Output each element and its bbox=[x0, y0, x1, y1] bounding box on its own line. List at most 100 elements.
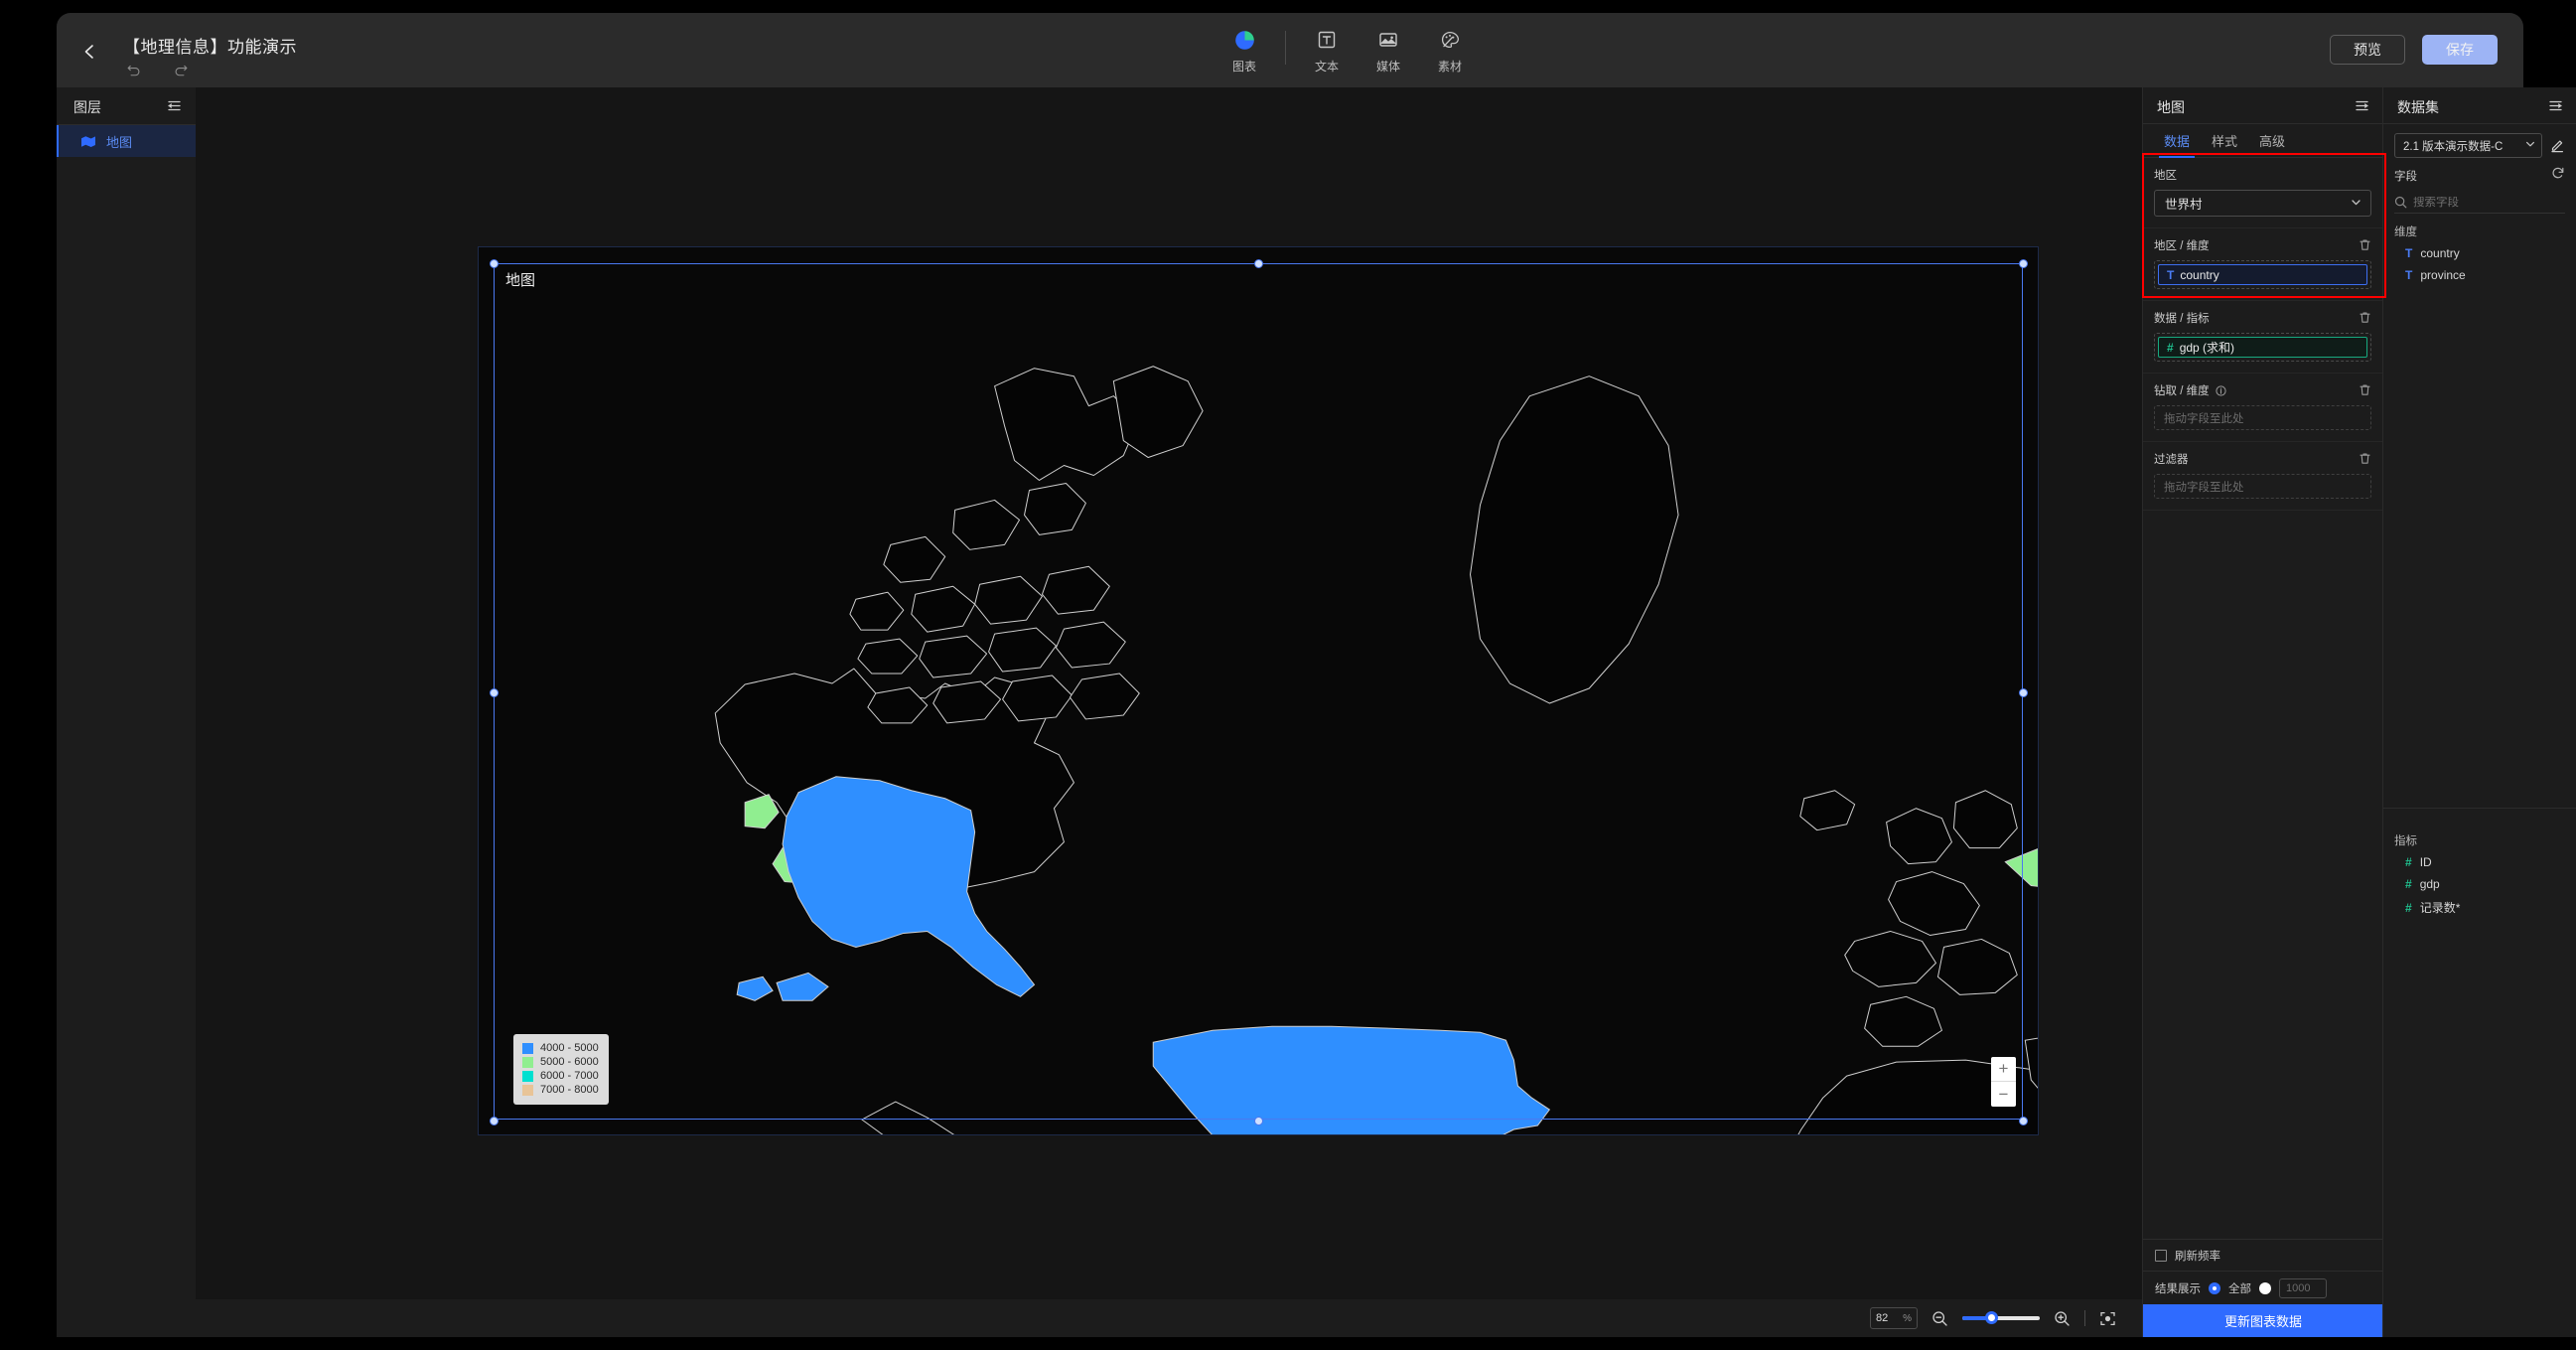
region-dimension-dropzone[interactable]: T country bbox=[2154, 260, 2371, 289]
layer-item-label: 地图 bbox=[106, 134, 133, 150]
dataset-header: 数据集 bbox=[2383, 87, 2576, 124]
dataset-divider bbox=[2383, 808, 2576, 809]
field-chip-country[interactable]: T country bbox=[2158, 264, 2367, 285]
update-chart-data-button[interactable]: 更新图表数据 bbox=[2143, 1304, 2383, 1337]
tab-advanced[interactable]: 高级 bbox=[2248, 124, 2296, 157]
trash-icon[interactable] bbox=[2359, 452, 2371, 465]
fields-row: 字段 bbox=[2383, 165, 2576, 185]
tab-data[interactable]: 数据 bbox=[2153, 124, 2201, 158]
list-menu-icon[interactable] bbox=[167, 98, 182, 118]
result-display-label: 结果展示 bbox=[2155, 1282, 2201, 1295]
legend-swatch bbox=[522, 1042, 533, 1054]
tool-chart[interactable]: 图表 bbox=[1214, 29, 1275, 75]
measure-type-icon: # bbox=[2405, 877, 2412, 891]
chevron-left-icon bbox=[84, 45, 93, 59]
result-limit-input[interactable]: 1000 bbox=[2279, 1277, 2327, 1298]
section-region-dimension-label: 地区 / 维度 bbox=[2154, 240, 2210, 252]
list-menu-icon[interactable] bbox=[2355, 98, 2369, 118]
field-item-label: ID bbox=[2419, 855, 2432, 869]
undo-button[interactable] bbox=[124, 61, 144, 80]
tool-divider bbox=[1285, 31, 1286, 65]
legend-label: 4000 - 5000 bbox=[540, 1042, 599, 1054]
region-select[interactable]: 世界村 bbox=[2154, 190, 2371, 217]
map-zoom-out-button[interactable]: − bbox=[1991, 1082, 2016, 1107]
section-region-label: 地区 bbox=[2154, 170, 2177, 182]
undo-redo-group bbox=[124, 61, 190, 80]
data-measure-dropzone[interactable]: # gdp (求和) bbox=[2154, 333, 2371, 362]
section-data-measure: 数据 / 指标 # gdp (求和) bbox=[2143, 301, 2382, 374]
properties-footer: 刷新频率 结果展示 全部 1000 更新图表数据 bbox=[2143, 1239, 2383, 1337]
properties-header: 地图 bbox=[2143, 87, 2382, 124]
tab-style[interactable]: 样式 bbox=[2201, 124, 2248, 157]
trash-icon[interactable] bbox=[2359, 238, 2371, 251]
search-input[interactable] bbox=[2413, 196, 2566, 209]
map-chart-card[interactable]: 地图 4000 - 5000 5000 - 6000 6000 - 7000 7… bbox=[478, 246, 2039, 1135]
world-map-svg[interactable] bbox=[479, 247, 2038, 1134]
properties-panel: 地图 数据 样式 高级 地区 世界村 地区 / 维度 T country 数据 … bbox=[2142, 87, 2383, 1337]
undo-icon bbox=[127, 65, 139, 75]
zoom-level-value: 82 bbox=[1876, 1312, 1889, 1324]
list-menu-icon[interactable] bbox=[2548, 98, 2563, 118]
legend-swatch bbox=[522, 1070, 533, 1082]
magnifier-plus-icon[interactable] bbox=[2054, 1310, 2071, 1327]
magnifier-minus-icon[interactable] bbox=[1932, 1310, 1948, 1327]
zoom-level-input[interactable]: 82 % bbox=[1870, 1307, 1918, 1329]
sidebar-item-map-layer[interactable]: 地图 bbox=[57, 125, 196, 157]
info-circle-icon[interactable] bbox=[2216, 385, 2226, 396]
zoom-slider[interactable] bbox=[1962, 1311, 2040, 1324]
zoom-percent-symbol: % bbox=[1903, 1312, 1912, 1324]
tool-text[interactable]: 文本 bbox=[1296, 29, 1358, 75]
filter-dropzone[interactable]: 拖动字段至此处 bbox=[2154, 474, 2371, 499]
palette-icon bbox=[1440, 29, 1460, 51]
back-button[interactable] bbox=[76, 39, 102, 65]
section-drill-dimension-label: 钻取 / 维度 bbox=[2154, 382, 2371, 398]
trash-icon[interactable] bbox=[2359, 383, 2371, 396]
legend-swatch bbox=[522, 1084, 533, 1096]
drill-dimension-dropzone[interactable]: 拖动字段至此处 bbox=[2154, 405, 2371, 430]
refresh-frequency-checkbox[interactable] bbox=[2155, 1249, 2167, 1262]
field-search[interactable] bbox=[2394, 192, 2566, 214]
map-zoom-controls: + − bbox=[1991, 1057, 2016, 1107]
dataset-title: 数据集 bbox=[2397, 99, 2439, 115]
dataset-select[interactable]: 2.1 版本演示数据-C bbox=[2394, 133, 2542, 158]
image-icon bbox=[1378, 29, 1398, 51]
dataset-select-row: 2.1 版本演示数据-C bbox=[2383, 124, 2576, 165]
tool-media[interactable]: 媒体 bbox=[1358, 29, 1419, 75]
field-item-label: country bbox=[2420, 246, 2460, 260]
save-button[interactable]: 保存 bbox=[2422, 35, 2498, 65]
field-item-id[interactable]: # ID bbox=[2383, 851, 2576, 873]
fields-label: 字段 bbox=[2394, 171, 2417, 183]
legend-label: 6000 - 7000 bbox=[540, 1070, 599, 1082]
legend-item: 7000 - 8000 bbox=[522, 1083, 599, 1097]
document-title: 【地理信息】功能演示 bbox=[123, 38, 297, 57]
app-root: 【地理信息】功能演示 图表 文本 媒体 素材 预览 保存 图层 地图 地图 40… bbox=[0, 0, 2576, 1350]
field-chip-gdp[interactable]: # gdp (求和) bbox=[2158, 337, 2367, 358]
properties-tabs: 数据 样式 高级 bbox=[2143, 124, 2382, 158]
map-zoom-in-button[interactable]: + bbox=[1991, 1057, 2016, 1082]
fit-screen-icon[interactable] bbox=[2099, 1310, 2116, 1327]
redo-button[interactable] bbox=[170, 61, 190, 80]
text-box-icon bbox=[1317, 29, 1337, 51]
section-data-measure-label: 数据 / 指标 bbox=[2154, 313, 2210, 325]
region-united-states[interactable] bbox=[736, 776, 1551, 1134]
preview-button[interactable]: 预览 bbox=[2330, 35, 2405, 65]
field-item-province[interactable]: T province bbox=[2383, 264, 2576, 286]
trash-icon[interactable] bbox=[2359, 311, 2371, 324]
zoom-slider-knob[interactable] bbox=[1985, 1311, 1999, 1324]
dimension-type-icon: T bbox=[2405, 246, 2413, 260]
canvas-area[interactable]: 地图 4000 - 5000 5000 - 6000 6000 - 7000 7… bbox=[196, 87, 2142, 1299]
field-item-country[interactable]: T country bbox=[2383, 242, 2576, 264]
field-item-record-count[interactable]: # 记录数* bbox=[2383, 895, 2576, 920]
section-region-dimension: 地区 / 维度 T country bbox=[2143, 228, 2382, 301]
tool-chart-label: 图表 bbox=[1231, 60, 1256, 74]
redo-icon bbox=[175, 65, 187, 75]
properties-title: 地图 bbox=[2157, 99, 2185, 115]
zoom-divider bbox=[2084, 1310, 2085, 1326]
field-item-gdp[interactable]: # gdp bbox=[2383, 873, 2576, 895]
result-all-radio[interactable] bbox=[2209, 1281, 2220, 1294]
refresh-icon[interactable] bbox=[2551, 166, 2565, 180]
pencil-icon[interactable] bbox=[2550, 138, 2565, 153]
layers-header: 图层 bbox=[57, 87, 196, 125]
result-limit-radio[interactable] bbox=[2259, 1281, 2271, 1294]
tool-material[interactable]: 素材 bbox=[1419, 29, 1481, 75]
